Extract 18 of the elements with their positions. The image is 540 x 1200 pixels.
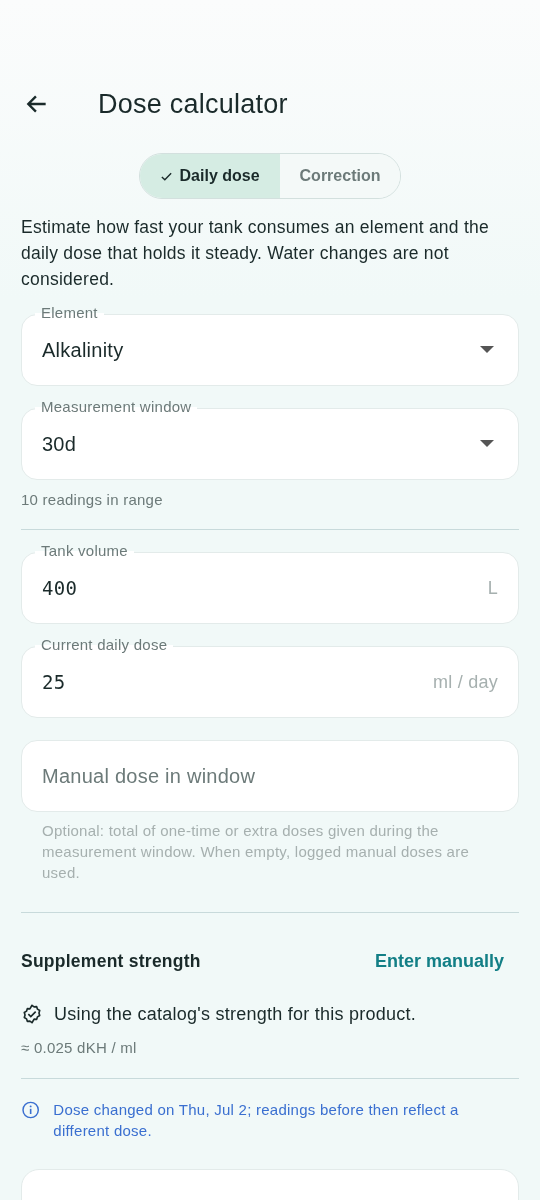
notice-text: Dose changed on Thu, Jul 2; readings before then reflect a different dose. — [53, 1100, 460, 1141]
unit-label: ml / day — [432, 671, 498, 693]
caret-icon — [480, 440, 494, 448]
helper-text: Optional: total of one-time or extra doses given during the measurement window. When empty, logged manual doses are used. — [41, 821, 471, 883]
enter-manually-button[interactable]: Enter manually — [374, 951, 519, 972]
description-text: Estimate how fast your tank consumes an element and the daily dose that holds it steady. Water changes are not considered. — [21, 216, 491, 291]
status-text: Using the catalog's strength for this product. — [54, 1003, 417, 1025]
strength-text: ≈ 0.025 dKH / ml — [21, 1039, 138, 1056]
unit-label: L — [487, 577, 498, 599]
field-label: Current daily dose — [35, 636, 174, 654]
helper-text: 10 readings in range — [21, 491, 164, 508]
caret-icon — [480, 346, 494, 354]
screen-title: Dose calculator — [98, 88, 288, 120]
mode-tab[interactable]: Daily dose — [139, 154, 280, 198]
section-title: Supplement strength — [21, 951, 201, 972]
verified-badge-icon — [21, 1003, 43, 1025]
input-field[interactable]: Manual dose in window — [21, 740, 519, 812]
info-icon — [21, 1099, 41, 1121]
